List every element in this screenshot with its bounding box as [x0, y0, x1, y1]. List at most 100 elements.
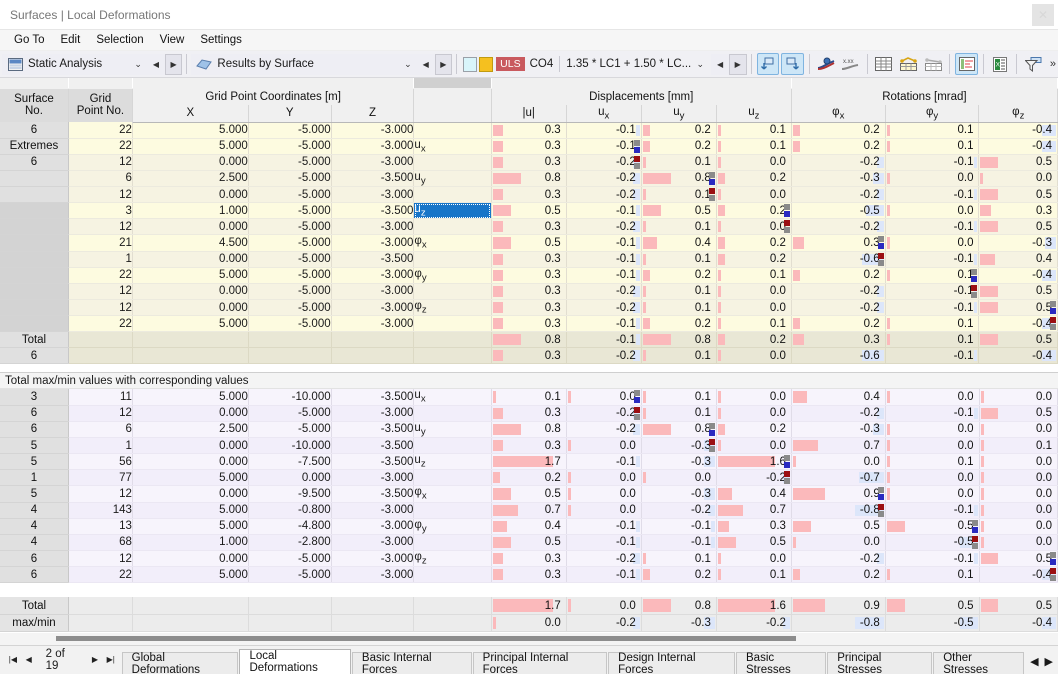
- cell-ux[interactable]: 0.0: [566, 389, 642, 406]
- cell-ux[interactable]: 0.0: [566, 485, 642, 503]
- table-row[interactable]: 3 1.000 -5.000 -3.500 uz 0.5 -0.1 0.5 0.2 -0.5 0.0…: [0, 202, 1058, 220]
- cell-phix[interactable]: -0.3: [791, 421, 886, 439]
- cell-phiz[interactable]: 0.0: [978, 170, 1058, 188]
- cell-uz[interactable]: 0.7: [716, 502, 792, 519]
- cell-ux[interactable]: -0.1: [566, 234, 642, 252]
- cell-uy[interactable]: 0.1: [641, 389, 717, 406]
- cell-u-abs[interactable]: 0.3: [491, 218, 567, 236]
- cell-y[interactable]: -5.000: [248, 186, 332, 204]
- tab-scroll-left-button[interactable]: ◀: [1028, 655, 1040, 668]
- grand-empty-cell[interactable]: [413, 614, 492, 632]
- tab-scroll-right-button[interactable]: ▶: [1043, 655, 1055, 668]
- cell-phiy[interactable]: 0.1: [885, 122, 980, 139]
- cell-phix[interactable]: -0.2: [791, 154, 886, 171]
- cell-phiz[interactable]: 0.0: [979, 502, 1058, 519]
- cell-x[interactable]: 0.000: [132, 283, 249, 300]
- cell-uz[interactable]: 1.6: [716, 453, 792, 471]
- row-header-surface-no[interactable]: 6: [0, 421, 69, 439]
- cell-u-abs[interactable]: 0.5: [491, 202, 567, 220]
- cell-uz[interactable]: 0.3: [716, 518, 792, 535]
- cell-u-abs[interactable]: 0.3: [491, 437, 567, 455]
- cell-ux[interactable]: -0.1: [566, 202, 642, 220]
- cell-uy[interactable]: 0.2: [641, 566, 717, 584]
- cell-ux[interactable]: -0.2: [566, 405, 642, 422]
- cell-ux[interactable]: -0.1: [566, 251, 642, 268]
- cell-y[interactable]: -5.000: [248, 315, 332, 333]
- cell-phiz[interactable]: 0.5: [978, 299, 1058, 317]
- cell-grid-point-no[interactable]: 143: [68, 502, 133, 519]
- grand-min-uz[interactable]: -0.2: [716, 614, 792, 632]
- table-row[interactable]: 1 77 5.000 0.000 -3.000 0.2 0.0 0.0 -0.2 -0.7 0.0 0…: [0, 469, 1058, 487]
- col-header-uy[interactable]: uy: [641, 105, 717, 123]
- cell-uy[interactable]: 0.5: [641, 202, 717, 220]
- table-row[interactable]: 6 12 0.000 -5.000 -3.000 φz 0.3 -0.2 0.1 0.0 -0.2 -…: [0, 550, 1058, 568]
- cell-uy[interactable]: -0.1: [641, 518, 717, 535]
- cell-u-abs[interactable]: 0.3: [491, 566, 567, 584]
- cell-phiy[interactable]: 0.1: [885, 267, 980, 284]
- cell-component-symbol[interactable]: [413, 405, 492, 422]
- cell-u-abs[interactable]: 0.3: [491, 299, 567, 317]
- cell-y[interactable]: -5.000: [248, 566, 332, 584]
- cell-phiz[interactable]: 0.0: [979, 469, 1058, 487]
- cell-uy[interactable]: 0.1: [641, 550, 717, 568]
- row-header-surface-no[interactable]: 6: [0, 405, 69, 422]
- cell-grid-point-no[interactable]: 22: [68, 138, 133, 155]
- cell-grid-point-no[interactable]: 22: [68, 267, 133, 284]
- cell-ux[interactable]: -0.2: [566, 218, 642, 236]
- cell-component-symbol[interactable]: [413, 218, 492, 236]
- cell-x[interactable]: 0.000: [132, 405, 249, 422]
- cell-phiz[interactable]: 0.4: [978, 251, 1058, 268]
- result-diagram-icon[interactable]: [815, 53, 838, 75]
- cell-uy[interactable]: -0.3: [641, 453, 717, 471]
- row-header-surface-no[interactable]: 4: [0, 534, 69, 551]
- cell-phix[interactable]: -0.7: [791, 469, 886, 487]
- cell-grid-point-no[interactable]: 11: [68, 389, 133, 406]
- cell-uy[interactable]: 0.2: [641, 138, 717, 155]
- cell-uz[interactable]: 0.4: [716, 485, 792, 503]
- row-header-surface-no[interactable]: [0, 251, 69, 268]
- cell-uz[interactable]: 0.0: [716, 550, 792, 568]
- cell-x[interactable]: 5.000: [132, 267, 249, 284]
- cell-phix[interactable]: -0.6: [791, 251, 886, 268]
- grand-max-ux[interactable]: 0.0: [566, 597, 642, 615]
- cell-u-abs[interactable]: 0.8: [491, 421, 567, 439]
- total-empty-cell[interactable]: [132, 347, 249, 365]
- tab-basic-stresses[interactable]: Basic Stresses: [736, 652, 827, 674]
- table-row[interactable]: 6 22 5.000 -5.000 -3.000 0.3 -0.1 0.2 0.1 0.2 0.1 -…: [0, 122, 1058, 139]
- total-row-label[interactable]: 6: [0, 347, 69, 365]
- cell-phix[interactable]: -0.3: [791, 170, 886, 188]
- cell-ux[interactable]: -0.2: [566, 421, 642, 439]
- grand-min-uy[interactable]: -0.3: [641, 614, 717, 632]
- cell-phiz[interactable]: 0.0: [979, 534, 1058, 551]
- cell-ux[interactable]: -0.2: [566, 299, 642, 317]
- load-case-prev-button[interactable]: ◀: [711, 53, 729, 75]
- total-min-phiz[interactable]: -0.4: [978, 347, 1058, 365]
- cell-component-symbol[interactable]: ux: [413, 389, 492, 406]
- table-row[interactable]: 5 1 0.000 -10.000 -3.500 0.3 0.0 -0.3 0.0 0.7 0.0 0…: [0, 437, 1058, 455]
- cell-grid-point-no[interactable]: 6: [68, 170, 133, 188]
- cell-ux[interactable]: -0.2: [566, 283, 642, 300]
- cell-ux[interactable]: -0.1: [566, 138, 642, 155]
- cell-x[interactable]: 0.000: [132, 453, 249, 471]
- total-empty-cell[interactable]: [248, 347, 332, 365]
- cell-phix[interactable]: 0.2: [791, 138, 886, 155]
- total-empty-cell[interactable]: [331, 347, 415, 365]
- cell-phiz[interactable]: 0.0: [979, 421, 1058, 439]
- cell-u-abs[interactable]: 0.8: [491, 170, 567, 188]
- cell-grid-point-no[interactable]: 12: [68, 299, 133, 317]
- cell-phiz[interactable]: -0.4: [978, 138, 1058, 155]
- cell-component-symbol[interactable]: [413, 469, 492, 487]
- chevron-down-icon[interactable]: ⌄: [400, 59, 416, 70]
- cell-z[interactable]: -3.000: [331, 218, 415, 236]
- cell-ux[interactable]: 0.0: [566, 469, 642, 487]
- cell-x[interactable]: 1.000: [132, 202, 249, 220]
- menu-item-settings[interactable]: Settings: [192, 32, 250, 48]
- cell-grid-point-no[interactable]: 12: [68, 485, 133, 503]
- load-case-next-button[interactable]: ▶: [728, 53, 747, 75]
- table-row[interactable]: 22 5.000 -5.000 -3.000 φy 0.3 -0.1 0.2 0.1 0.2 0.1…: [0, 267, 1058, 284]
- total-min-uy[interactable]: 0.1: [641, 347, 717, 365]
- cell-u-abs[interactable]: 0.3: [491, 122, 567, 139]
- total-min-u-abs[interactable]: 0.3: [491, 347, 567, 365]
- menu-item-edit[interactable]: Edit: [52, 32, 88, 48]
- cell-z[interactable]: -3.500: [331, 453, 415, 471]
